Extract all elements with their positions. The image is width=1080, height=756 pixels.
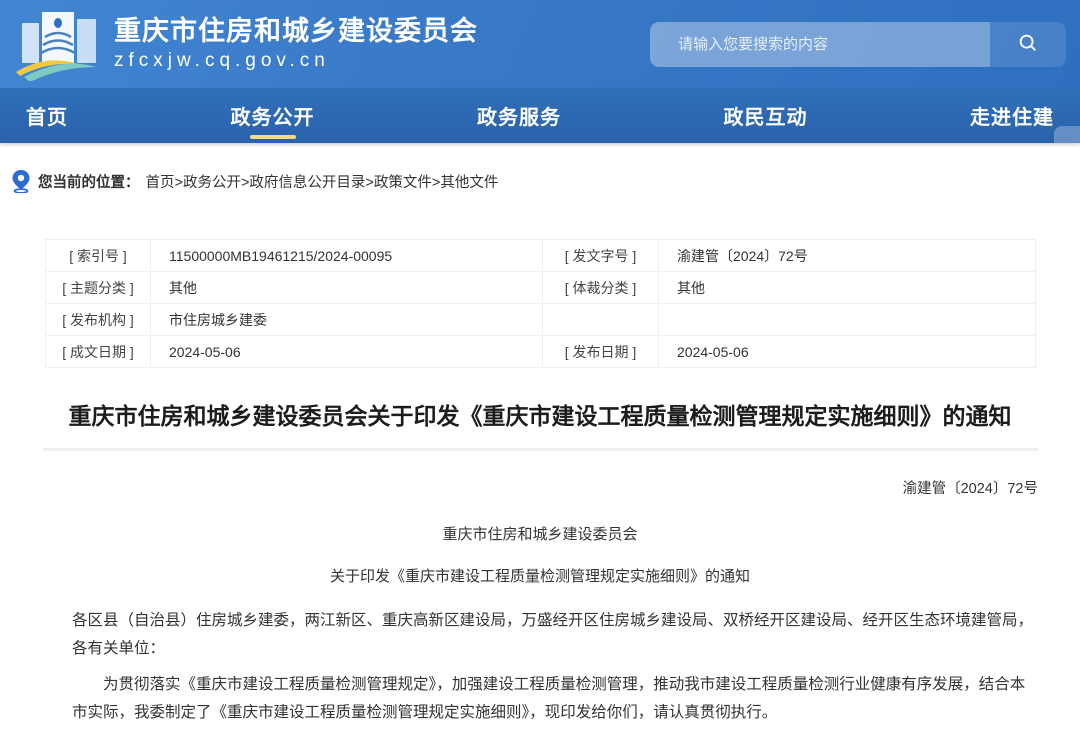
site-identity: 重庆市住房和城乡建设委员会 zfcxjw.cq.gov.cn: [114, 16, 478, 72]
site-url: zfcxjw.cq.gov.cn: [114, 50, 330, 71]
search-input[interactable]: [650, 21, 990, 67]
breadcrumb-path[interactable]: 首页>政务公开>政府信息公开目录>政策文件>其他文件: [146, 171, 499, 192]
meta-value: 2024-05-06: [150, 335, 543, 368]
nav-item-about[interactable]: 走进住建: [968, 87, 1056, 144]
meta-value: 其他: [658, 271, 1036, 304]
site-header: 重庆市住房和城乡建设委员会 zfcxjw.cq.gov.cn: [0, 0, 1080, 88]
doc-paragraph: 为贯彻落实《重庆市建设工程质量检测管理规定》，加强建设工程质量检测管理，推动我市…: [72, 676, 1026, 721]
meta-value: [658, 303, 1036, 336]
table-row: [ 索引号 ] 11500000MB19461215/2024-00095 [ …: [45, 239, 1036, 272]
site-title: 重庆市住房和城乡建设委员会: [114, 16, 478, 46]
search-box: [650, 21, 1066, 67]
doc-issuing-org: 重庆市住房和城乡建设委员会: [442, 526, 638, 543]
meta-label: [ 成文日期 ]: [45, 335, 151, 368]
doc-subtitle: 关于印发《重庆市建设工程质量检测管理规定实施细则》的通知: [329, 568, 750, 585]
meta-value: 渝建管〔2024〕72号: [658, 239, 1036, 272]
nav-item-label: 走进住建: [970, 107, 1054, 129]
active-underline: [249, 135, 296, 139]
table-row: [ 成文日期 ] 2024-05-06 [ 发布日期 ] 2024-05-06: [45, 335, 1036, 368]
page-title: 重庆市住房和城乡建设委员会关于印发《重庆市建设工程质量检测管理规定实施细则》的通…: [68, 403, 1012, 429]
document-meta-table: [ 索引号 ] 11500000MB19461215/2024-00095 [ …: [45, 239, 1036, 368]
meta-value: 其他: [150, 271, 543, 304]
table-row: [ 主题分类 ] 其他 [ 体裁分类 ] 其他: [45, 271, 1036, 304]
breadcrumb: 您当前的位置： 首页>政务公开>政府信息公开目录>政策文件>其他文件: [12, 170, 1080, 194]
meta-label: [ 体裁分类 ]: [542, 271, 659, 304]
nav-item-label: 政务服务: [477, 107, 561, 129]
meta-label: [ 索引号 ]: [45, 239, 151, 272]
doc-paragraph: 各区县（自治县）住房城乡建委，两江新区、重庆高新区建设局，万盛经开区住房城乡建设…: [72, 612, 1034, 657]
table-row: [ 发布机构 ] 市住房城乡建委: [45, 303, 1036, 336]
breadcrumb-label: 您当前的位置：: [38, 175, 140, 191]
nav-item-gov-services[interactable]: 政务服务: [475, 87, 563, 144]
nav-item-gov-disclosure[interactable]: 政务公开: [229, 87, 317, 144]
divider: [43, 448, 1039, 451]
search-icon: [1017, 32, 1039, 57]
nav-item-label: 政民互动: [723, 107, 808, 129]
meta-label: [ 发布机构 ]: [45, 303, 151, 336]
meta-label: [ 发文字号 ]: [542, 239, 659, 272]
location-pin-icon: [12, 170, 30, 194]
meta-label: [ 主题分类 ]: [45, 271, 151, 304]
meta-label: [542, 303, 659, 336]
site-logo-icon: [14, 7, 104, 82]
main-nav: 首页 政务公开 政务服务 政民互动 走进住建: [0, 88, 1080, 143]
nav-item-public-interaction[interactable]: 政民互动: [722, 87, 810, 144]
meta-value: 市住房城乡建委: [150, 303, 543, 336]
nav-item-label: 政务公开: [230, 107, 315, 129]
doc-number: 渝建管〔2024〕72号: [902, 481, 1038, 497]
nav-item-home[interactable]: 首页: [24, 87, 70, 144]
search-button[interactable]: [990, 21, 1066, 67]
meta-label: [ 发布日期 ]: [542, 335, 659, 368]
floating-widget-peek[interactable]: [1054, 126, 1080, 143]
meta-value: 11500000MB19461215/2024-00095: [150, 239, 543, 272]
nav-item-label: 首页: [26, 107, 68, 129]
meta-value: 2024-05-06: [658, 335, 1036, 368]
doc-body: 各区县（自治县）住房城乡建委，两江新区、重庆高新区建设局，万盛经开区住房城乡建设…: [72, 607, 1040, 727]
